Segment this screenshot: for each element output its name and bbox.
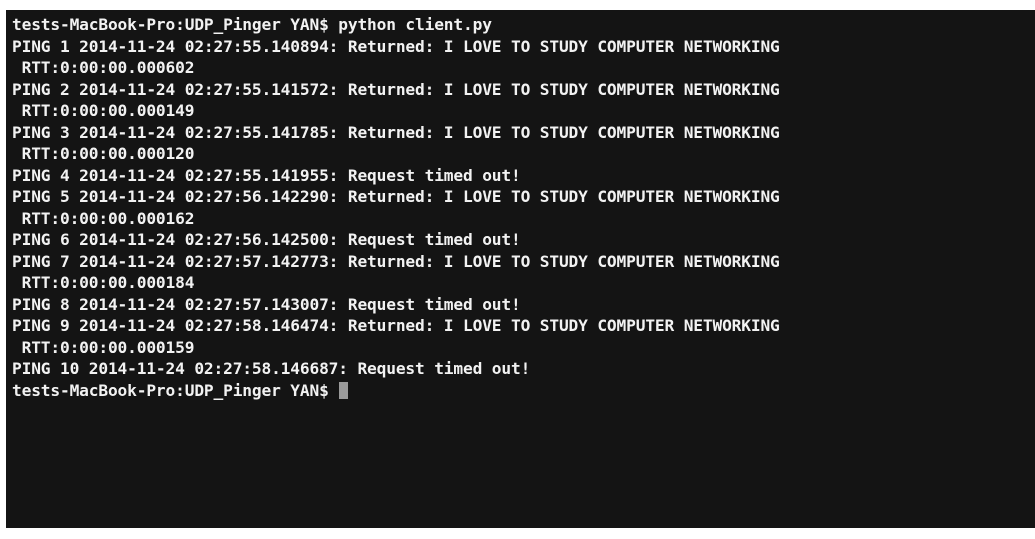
terminal-line: RTT:0:00:00.000162 bbox=[12, 208, 195, 228]
terminal-line: PING 10 2014-11-24 02:27:58.146687: Requ… bbox=[12, 359, 531, 378]
terminal-line: RTT:0:00:00.000149 bbox=[12, 101, 195, 120]
terminal-output: tests-MacBook-Pro:UDP_Pinger YAN$ python… bbox=[12, 14, 1035, 401]
terminal-line: PING 3 2014-11-24 02:27:55.141785: Retur… bbox=[12, 122, 780, 142]
terminal-line: RTT:0:00:00.000184 bbox=[12, 273, 195, 292]
terminal-line: PING 2 2014-11-24 02:27:55.141572: Retur… bbox=[12, 79, 780, 99]
terminal-line: PING 8 2014-11-24 02:27:57.143007: Reque… bbox=[12, 294, 521, 314]
terminal-line: RTT:0:00:00.000602 bbox=[12, 58, 195, 77]
terminal-line: RTT:0:00:00.000159 bbox=[12, 337, 195, 357]
terminal-line: PING 7 2014-11-24 02:27:57.142773: Retur… bbox=[12, 251, 780, 271]
terminal-line: PING 6 2014-11-24 02:27:56.142500: Reque… bbox=[12, 230, 521, 249]
screenshot-frame: tests-MacBook-Pro:UDP_Pinger YAN$ python… bbox=[0, 0, 1035, 539]
terminal-line: RTT:0:00:00.000120 bbox=[12, 144, 195, 163]
terminal-prompt: tests-MacBook-Pro:UDP_Pinger YAN$ bbox=[12, 380, 339, 400]
terminal-prompt-line[interactable]: tests-MacBook-Pro:UDP_Pinger YAN$ bbox=[12, 380, 1035, 402]
terminal-window[interactable]: tests-MacBook-Pro:UDP_Pinger YAN$ python… bbox=[6, 10, 1035, 528]
terminal-line: PING 5 2014-11-24 02:27:56.142290: Retur… bbox=[12, 187, 780, 206]
terminal-line: PING 4 2014-11-24 02:27:55.141955: Reque… bbox=[12, 165, 521, 185]
terminal-line: PING 9 2014-11-24 02:27:58.146474: Retur… bbox=[12, 316, 780, 335]
terminal-line: tests-MacBook-Pro:UDP_Pinger YAN$ python… bbox=[12, 15, 492, 34]
terminal-cursor bbox=[339, 381, 349, 399]
terminal-line: PING 1 2014-11-24 02:27:55.140894: Retur… bbox=[12, 36, 780, 56]
